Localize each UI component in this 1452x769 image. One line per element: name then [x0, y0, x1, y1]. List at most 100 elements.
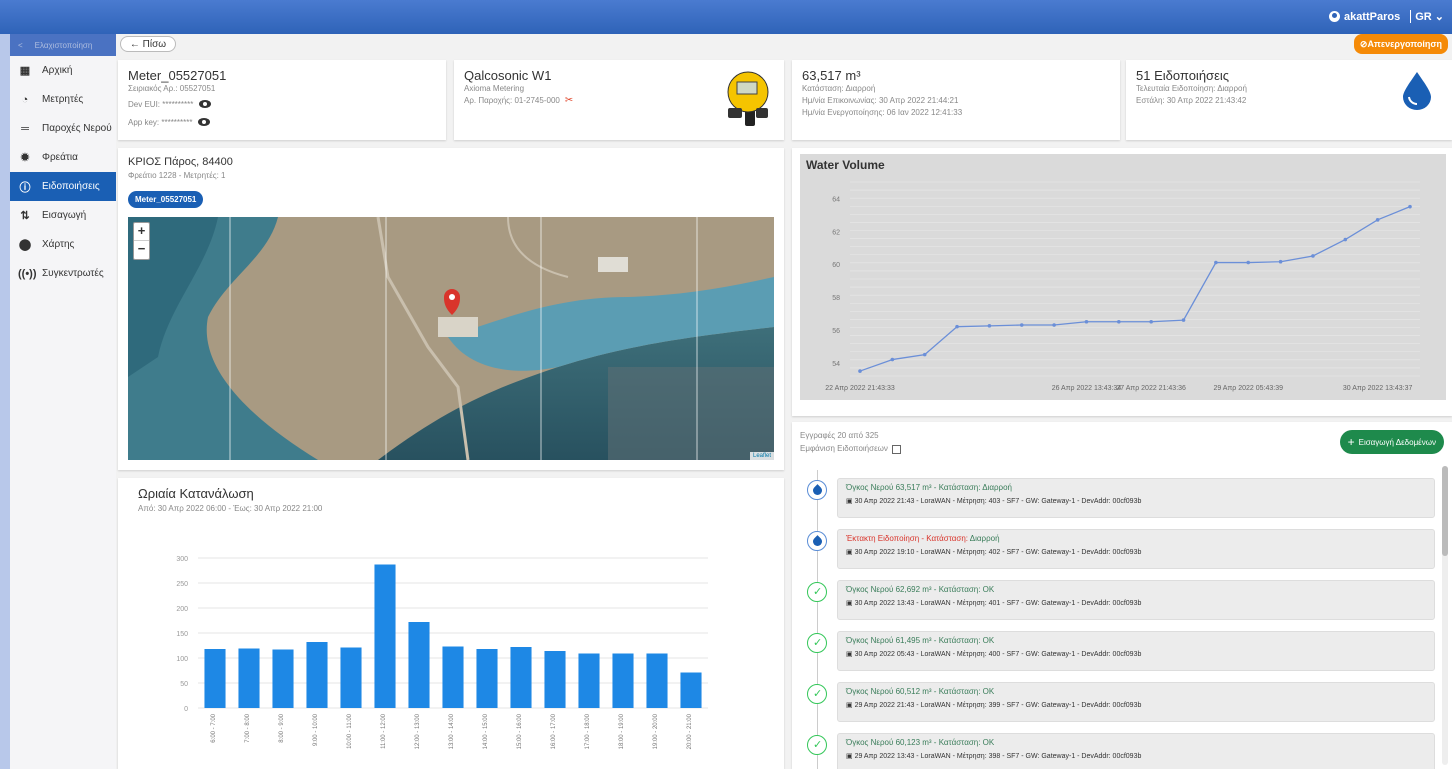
event-item[interactable]: Όγκος Νερού 62,692 m³ - Κατάσταση: OK ▣ 3… [837, 580, 1435, 620]
bar [442, 646, 464, 708]
data-point [1408, 204, 1412, 209]
import-icon: ⇅ [20, 210, 30, 222]
event-head: Όγκος Νερού 60,512 m³ - Κατάσταση: [846, 687, 983, 696]
sidebar-item-import[interactable]: ⇅ Εισαγωγή [10, 201, 116, 230]
bar [510, 647, 532, 708]
valve-icon: ✹ [20, 152, 30, 164]
event-title: Όγκος Νερού 63,517 m³ - Κατάσταση: Διαρρ… [846, 483, 1426, 492]
sidebar-item-label: Παροχές Νερού [42, 123, 112, 134]
show-notifications-checkbox[interactable] [891, 444, 901, 454]
arrow-left-icon: ← [129, 38, 143, 50]
event-head: Όγκος Νερού 63,517 m³ - Κατάσταση: [846, 483, 983, 492]
x-tick-label: 20:00 - 21:00 [687, 713, 693, 749]
check-icon [807, 684, 827, 704]
grid-icon: ▦ [19, 65, 31, 77]
volume-chart-area: Water Volume 54 56 58 60 62 64 22 Απρ 2022 21:… [800, 154, 1446, 400]
meter-chip[interactable]: Meter_05527051 [128, 191, 204, 208]
check-icon [807, 633, 827, 653]
notifications-last: Τελευταία Ειδοποίηση: Διαρροή [1136, 84, 1247, 93]
sidebar-item-water-supplies[interactable]: ═ Παροχές Νερού [10, 114, 116, 143]
bar [680, 672, 702, 708]
sidebar-item-label: Χάρτης [42, 239, 75, 250]
back-button[interactable]: ← Πίσω [120, 36, 176, 52]
event-state: OK [982, 636, 995, 645]
events-scrollbar[interactable] [1442, 466, 1448, 765]
x-tick-label: 22 Απρ 2022 21:43:33 [825, 385, 895, 392]
event-title: Έκτακτη Ειδοποίηση - Κατάσταση: Διαρροή [846, 534, 1426, 543]
location-card: ΚΡΙΟΣ Πάρος, 84400 Φρεάτιο 1228 - Μετρητ… [118, 148, 784, 470]
power-icon: ⊘ [1359, 38, 1368, 49]
calendar-icon: ▣ [846, 600, 855, 607]
x-tick-label: 11:00 - 12:00 [381, 713, 387, 749]
sidebar-item-notifications[interactable]: ⓘ Ειδοποιήσεις [10, 172, 116, 201]
event-item[interactable]: Όγκος Νερού 63,517 m³ - Κατάσταση: Διαρρ… [837, 478, 1435, 518]
check-icon [807, 582, 827, 602]
event-head: Όγκος Νερού 60,123 m³ - Κατάσταση: [846, 738, 983, 747]
supply-number: Αρ. Παροχής: 01-2745-000 [464, 96, 560, 105]
user-menu[interactable]: akattParos GR ⌄ [1328, 10, 1444, 23]
back-label: Πίσω [142, 38, 167, 50]
event-item[interactable]: Όγκος Νερού 60,512 m³ - Κατάσταση: OK ▣ 2… [837, 682, 1435, 722]
sidebar-item-home[interactable]: ▦ Αρχική [10, 56, 116, 85]
x-tick-label: 8:00 - 9:00 [279, 713, 285, 742]
bar [374, 564, 396, 708]
zoom-in-button[interactable]: + [134, 223, 149, 241]
map[interactable]: + − Leaflet [128, 217, 774, 460]
y-tick-label: 150 [176, 631, 188, 638]
series-line [859, 206, 1411, 372]
language-select[interactable]: GR ⌄ [1410, 10, 1444, 23]
x-tick-label: 9:00 - 10:00 [313, 713, 319, 746]
x-tick-label: 15:00 - 16:00 [517, 713, 523, 749]
event-detail-text: 30 Απρ 2022 05:43 - LoraWAN - Μέτρηση: 4… [854, 651, 1142, 658]
add-data-button[interactable]: + Εισαγωγή Δεδομένων [1339, 430, 1444, 454]
y-tick-label: 58 [832, 295, 840, 302]
hourly-bar-chart: 0 50 100 150 200 250 300 6:00 - 7:00 7:00 - 8:00… [176, 556, 708, 749]
calendar-icon: ▣ [846, 651, 855, 658]
zoom-out-button[interactable]: − [134, 241, 149, 259]
map-attribution[interactable]: Leaflet [749, 452, 774, 460]
data-point [1246, 260, 1251, 265]
status-activation: Ημ/νία Ενεργοποίησης: 06 Ιαν 2022 12:41:… [802, 108, 963, 117]
event-detail-text: 29 Απρ 2022 21:43 - LoraWAN - Μέτρηση: 3… [854, 702, 1142, 709]
y-tick-label: 60 [832, 262, 840, 269]
calendar-icon: ▣ [846, 498, 855, 505]
data-point [922, 352, 927, 357]
event-state: OK [982, 585, 995, 594]
data-point [987, 324, 992, 328]
data-point [1311, 254, 1315, 258]
event-item[interactable]: Έκτακτη Ειδοποίηση - Κατάσταση: Διαρροή ▣… [837, 529, 1435, 569]
show-notifications-row: Εμφάνιση Ειδοποιήσεων [800, 443, 901, 455]
meter-card: Meter_05527051 Σειριακός Αρ.: 05527051 D… [118, 60, 446, 140]
sidebar-item-meters[interactable]: ◔ Μετρητές [10, 85, 116, 114]
bar [578, 653, 600, 708]
event-detail: ▣ 30 Απρ 2022 21:43 - LoraWAN - Μέτρηση:… [846, 497, 1426, 505]
event-detail: ▣ 30 Απρ 2022 05:43 - LoraWAN - Μέτρηση:… [846, 650, 1426, 658]
x-tick-label: 29 Απρ 2022 05:43:39 [1213, 385, 1283, 392]
event-detail-text: 30 Απρ 2022 19:10 - LoraWAN - Μέτρηση: 4… [854, 549, 1142, 556]
bar [272, 649, 294, 708]
data-point [1214, 260, 1218, 265]
sidebar-item-concentrators[interactable]: ((•)) Συγκεντρωτές [10, 259, 116, 288]
sidebar-item-label: Αρχική [42, 65, 73, 76]
deactivate-button[interactable]: ⊘ Απενεργοποίηση [1353, 34, 1448, 54]
bar [646, 653, 668, 708]
device-card: Qalcosonic W1 Axioma Metering Αρ. Παροχή… [454, 60, 784, 140]
status-card: 63,517 m³ Κατάσταση: Διαρροή Ημ/νία Επικ… [792, 60, 1120, 140]
data-point [1117, 319, 1121, 324]
sidebar-item-manholes[interactable]: ✹ Φρεάτια [10, 143, 116, 172]
data-point [1343, 237, 1348, 242]
event-item[interactable]: Όγκος Νερού 60,123 m³ - Κατάσταση: OK ▣ 2… [837, 733, 1435, 769]
show-notifications-label: Εμφάνιση Ειδοποιήσεων [800, 444, 888, 453]
data-point [1278, 259, 1283, 264]
events-scrollbar-thumb[interactable] [1442, 466, 1448, 556]
zoom-control: + − [133, 222, 150, 260]
sidebar-item-map[interactable]: ⬤ Χάρτης [10, 230, 116, 259]
hourly-card: Ωριαία Κατανάλωση Από: 30 Απρ 2022 06:00… [118, 478, 784, 769]
sidebar-minimize[interactable]: < Ελαχιστοποίηση [10, 34, 116, 56]
x-tick-label: 10:00 - 11:00 [347, 713, 353, 749]
y-tick-label: 50 [180, 681, 188, 688]
eye-icon[interactable] [198, 118, 211, 126]
bar [544, 651, 566, 708]
event-item[interactable]: Όγκος Νερού 61,495 m³ - Κατάσταση: OK ▣ 3… [837, 631, 1435, 671]
eye-icon[interactable] [199, 100, 212, 108]
